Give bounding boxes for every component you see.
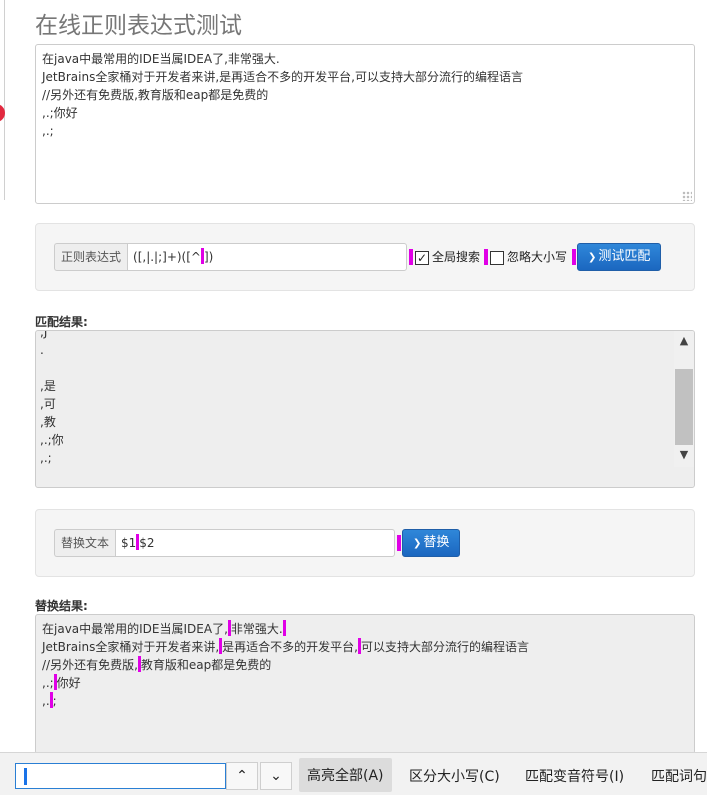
scroll-thumb[interactable] <box>675 369 693 445</box>
global-search-label: 全局搜索 <box>432 250 481 264</box>
replace-button[interactable]: ❯ 替换 <box>402 529 461 557</box>
highlight-mark <box>397 535 401 551</box>
window-edge-line <box>4 0 5 200</box>
chevron-up-icon: ⌃ <box>236 768 248 784</box>
source-text-area[interactable]: 在java中最常用的IDE当属IDEA了,非常强大. JetBrains全家桶对… <box>35 44 695 204</box>
test-match-button[interactable]: ❯ 测试匹配 <box>577 243 662 271</box>
scroll-down-icon[interactable]: ▼ <box>674 445 694 465</box>
match-diacritics-button[interactable]: 匹配变音符号(I) <box>525 766 624 786</box>
scroll-up-icon[interactable]: ▲ <box>674 331 694 351</box>
regex-label: 正则表达式 <box>54 243 128 271</box>
chevron-down-icon: ❯ <box>413 538 422 549</box>
vertical-scrollbar[interactable]: ▲ ▼ <box>674 331 694 467</box>
find-previous-button[interactable]: ⌃ <box>226 762 258 790</box>
regex-input[interactable]: ([,|.|;]+)([^]) <box>127 243 408 271</box>
match-result-label: 匹配结果: <box>35 315 88 329</box>
chevron-down-icon: ❯ <box>588 252 597 263</box>
replace-input-group: 替换文本 $1 $2 <box>54 529 396 557</box>
resize-grip[interactable] <box>682 191 692 201</box>
global-search-checkbox[interactable]: ✓ <box>415 251 429 265</box>
chevron-down-icon: ⌄ <box>270 768 282 784</box>
regex-panel: 正则表达式 ([,|.|;]+)([^]) ✓ 全局搜索 忽略大小写 ❯ 测试匹配 <box>35 223 695 291</box>
page-title: 在线正则表达式测试 <box>35 13 242 39</box>
ignore-case-label: 忽略大小写 <box>507 250 568 264</box>
ignore-case-checkbox[interactable] <box>490 251 504 265</box>
match-case-button[interactable]: 区分大小写(C) <box>409 766 500 786</box>
highlight-all-button[interactable]: 高亮全部(A) <box>299 758 392 792</box>
replace-label: 替换文本 <box>54 529 116 557</box>
highlight-mark <box>572 249 576 265</box>
highlight-mark <box>409 249 413 265</box>
replace-input[interactable]: $1 $2 <box>115 529 396 557</box>
replace-panel: 替换文本 $1 $2 ❯ 替换 <box>35 509 695 577</box>
regex-input-group: 正则表达式 ([,|.|;]+)([^]) <box>54 243 408 271</box>
text-caret <box>24 768 27 785</box>
find-input[interactable] <box>15 763 226 789</box>
find-bar: ⌃ ⌄ 高亮全部(A) 区分大小写(C) 匹配变音符号(I) 匹配词句 <box>0 752 707 795</box>
replace-result-area[interactable]: 在java中最常用的IDE当属IDEA了, 非常强大. JetBrains全家桶对… <box>35 614 695 754</box>
whole-words-button[interactable]: 匹配词句 <box>651 766 707 786</box>
replace-result-label: 替换结果: <box>35 599 88 613</box>
match-result-area[interactable]: ,J . ,是 ,可 ,教 ,.;你 ,.; ▲ ▼ <box>35 330 695 488</box>
highlight-mark <box>484 249 488 265</box>
find-next-button[interactable]: ⌄ <box>260 762 292 790</box>
highlight-mark <box>282 620 286 636</box>
